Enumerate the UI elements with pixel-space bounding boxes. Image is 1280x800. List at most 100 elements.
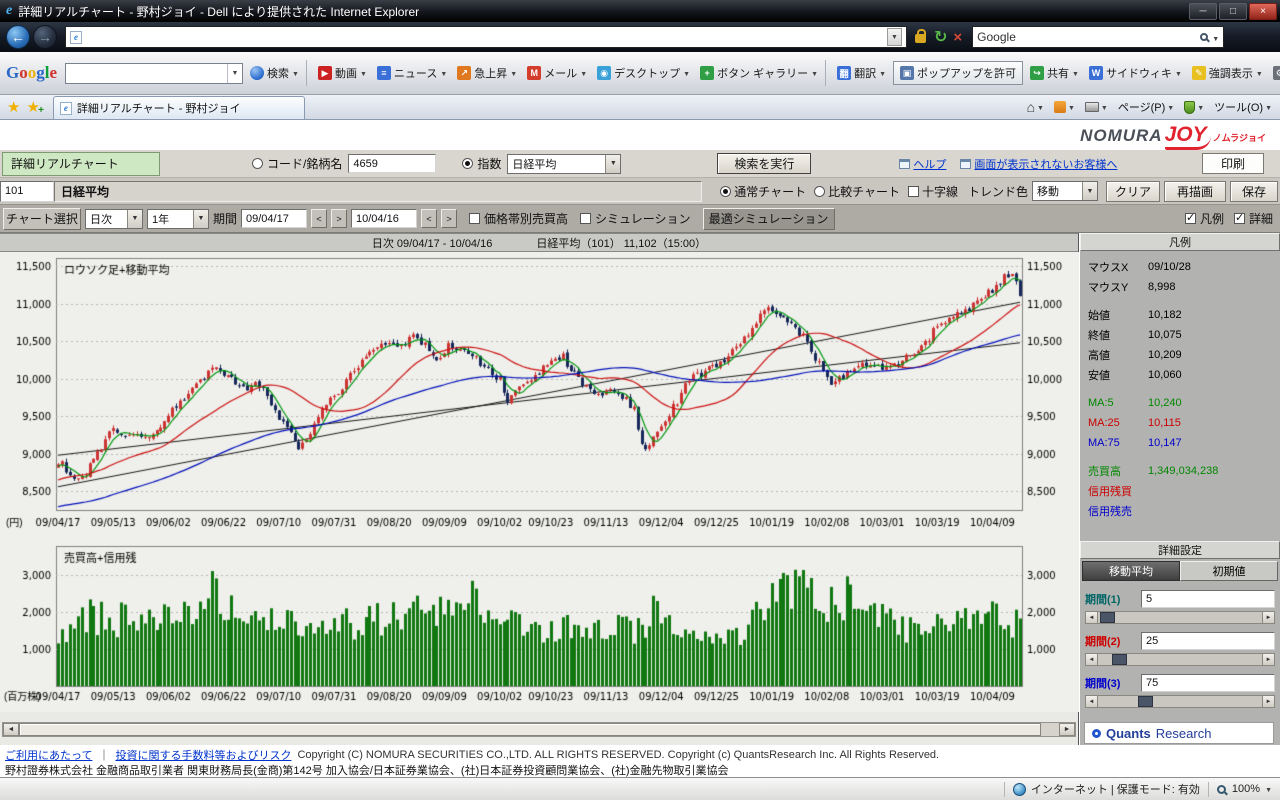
period3-input[interactable]: 75	[1141, 674, 1275, 692]
slider-thumb[interactable]	[1100, 612, 1115, 623]
span-select[interactable]: 1年	[147, 209, 209, 229]
allow-popup-button[interactable]: ▣ ポップアップを許可	[893, 61, 1023, 85]
address-dropdown-arrow[interactable]	[887, 28, 902, 46]
trend-color-label: トレンド色	[968, 183, 1028, 200]
legend-checkbox[interactable]	[1185, 213, 1196, 224]
close-button[interactable]: ×	[1249, 3, 1277, 20]
print-button[interactable]	[1081, 100, 1112, 114]
volume-chart-canvas[interactable]	[0, 540, 1079, 712]
gtoolbar-item-mail[interactable]: M メール	[524, 63, 590, 83]
terms-link[interactable]: ご利用にあたって	[5, 747, 92, 763]
favorites-star-icon[interactable]	[7, 98, 20, 116]
scrollbar-thumb[interactable]	[19, 723, 1041, 736]
gtoolbar-item-news[interactable]: ≡ ニュース	[374, 63, 450, 83]
detail-checkbox[interactable]	[1234, 213, 1245, 224]
slider-track[interactable]	[1098, 611, 1262, 624]
period1-input[interactable]: 5	[1141, 590, 1275, 608]
legend-label: MA:25	[1088, 417, 1148, 429]
index-select[interactable]: 日経平均	[507, 154, 621, 174]
feeds-button[interactable]	[1050, 100, 1079, 114]
execute-search-button[interactable]: 検索を実行	[717, 153, 811, 174]
maximize-button[interactable]: □	[1219, 3, 1247, 20]
clear-button[interactable]: クリア	[1106, 181, 1160, 202]
gtoolbar-item-desktop[interactable]: ◉ デスクトップ	[594, 63, 693, 83]
refresh-button[interactable]	[934, 27, 947, 47]
date-from-next-button[interactable]: >	[331, 209, 347, 228]
add-favorite-icon[interactable]	[26, 98, 39, 116]
slider-right-arrow[interactable]: ►	[1262, 653, 1275, 666]
gtoolbar-item-video[interactable]: ▶ 動画	[315, 63, 370, 83]
scroll-left-button[interactable]	[3, 723, 19, 736]
period2-input[interactable]: 25	[1141, 632, 1275, 650]
search-dropdown-arrow[interactable]	[1212, 30, 1219, 44]
gtoolbar-item-highlight[interactable]: ✎ 強調表示	[1189, 63, 1266, 83]
zoom-dropdown-arrow[interactable]	[1265, 783, 1272, 795]
search-icon[interactable]	[1200, 33, 1208, 41]
noview-link[interactable]: 画面が表示されないお客様へ	[974, 156, 1117, 172]
home-button[interactable]	[1023, 98, 1048, 116]
code-input[interactable]: 4659	[348, 154, 436, 173]
rss-icon	[1054, 101, 1066, 113]
slider-left-arrow[interactable]: ◄	[1085, 653, 1098, 666]
page-menu-button[interactable]: ページ(P)	[1114, 98, 1178, 116]
trend-color-select[interactable]: 移動	[1032, 181, 1098, 201]
browser-tab[interactable]: 詳細リアルチャート - 野村ジョイ	[53, 96, 305, 119]
compare-chart-radio[interactable]	[814, 186, 825, 197]
period-label: 期間	[213, 210, 237, 227]
search-box[interactable]: Google	[972, 26, 1224, 48]
period1-slider[interactable]: ◄ ►	[1085, 611, 1275, 624]
simulation-checkbox[interactable]	[580, 213, 591, 224]
safety-button[interactable]	[1180, 100, 1208, 115]
optimal-simulation-button[interactable]: 最適シミュレーション	[703, 208, 835, 230]
gtoolbar-item-trending[interactable]: ↗ 急上昇	[454, 63, 520, 83]
gtoolbar-item-share[interactable]: ↪ 共有	[1027, 63, 1082, 83]
period2-slider[interactable]: ◄ ►	[1085, 653, 1275, 666]
print-page-button[interactable]: 印刷	[1202, 153, 1264, 174]
slider-thumb[interactable]	[1112, 654, 1127, 665]
chevron-down-icon[interactable]	[227, 64, 242, 83]
scrollbar-track[interactable]	[1041, 723, 1059, 736]
gtoolbar-item-settings[interactable]: ⚙ 設定	[1270, 63, 1280, 83]
slider-left-arrow[interactable]: ◄	[1085, 611, 1098, 624]
stop-button[interactable]	[953, 29, 962, 46]
slider-thumb[interactable]	[1138, 696, 1153, 707]
gtoolbar-item-translate[interactable]: 翻 翻訳	[834, 63, 889, 83]
scroll-right-button[interactable]	[1059, 723, 1075, 736]
back-button[interactable]	[6, 25, 30, 49]
price-band-checkbox[interactable]	[469, 213, 480, 224]
trending-icon: ↗	[457, 66, 471, 80]
frequency-select[interactable]: 日次	[85, 209, 143, 229]
tab-moving-average[interactable]: 移動平均	[1082, 561, 1180, 581]
gtoolbar-item-gallery[interactable]: + ボタン ギャラリー	[697, 63, 821, 83]
gtoolbar-item-search[interactable]: 検索	[247, 63, 302, 83]
date-to-input[interactable]: 10/04/16	[351, 209, 417, 228]
slider-track[interactable]	[1098, 653, 1262, 666]
forward-button[interactable]	[33, 25, 57, 49]
tools-menu-button[interactable]: ツール(O)	[1210, 98, 1276, 116]
slider-right-arrow[interactable]: ►	[1262, 611, 1275, 624]
address-bar[interactable]	[65, 26, 907, 48]
normal-chart-radio[interactable]	[720, 186, 731, 197]
date-from-prev-button[interactable]: <	[311, 209, 327, 228]
minimize-button[interactable]: ─	[1189, 3, 1217, 20]
horizontal-scrollbar[interactable]	[2, 722, 1076, 737]
slider-right-arrow[interactable]: ►	[1262, 695, 1275, 708]
index-radio[interactable]	[462, 158, 473, 169]
help-link[interactable]: ヘルプ	[913, 156, 946, 172]
risk-link[interactable]: 投資に関する手数料等およびリスク	[115, 747, 291, 763]
date-from-input[interactable]: 09/04/17	[241, 209, 307, 228]
symbol-code-field[interactable]: 101	[0, 181, 54, 202]
save-button[interactable]: 保存	[1230, 181, 1278, 202]
tab-initial-values[interactable]: 初期値	[1180, 561, 1278, 581]
redraw-button[interactable]: 再描画	[1164, 181, 1226, 202]
gtoolbar-item-sidewiki[interactable]: W サイドウィキ	[1086, 63, 1185, 83]
crosshair-checkbox[interactable]	[908, 186, 919, 197]
slider-left-arrow[interactable]: ◄	[1085, 695, 1098, 708]
toolbar-search-input[interactable]	[65, 63, 243, 84]
price-chart-canvas[interactable]	[0, 252, 1079, 540]
code-radio[interactable]	[252, 158, 263, 169]
period3-slider[interactable]: ◄ ►	[1085, 695, 1275, 708]
slider-track[interactable]	[1098, 695, 1262, 708]
date-to-prev-button[interactable]: <	[421, 209, 437, 228]
date-to-next-button[interactable]: >	[441, 209, 457, 228]
